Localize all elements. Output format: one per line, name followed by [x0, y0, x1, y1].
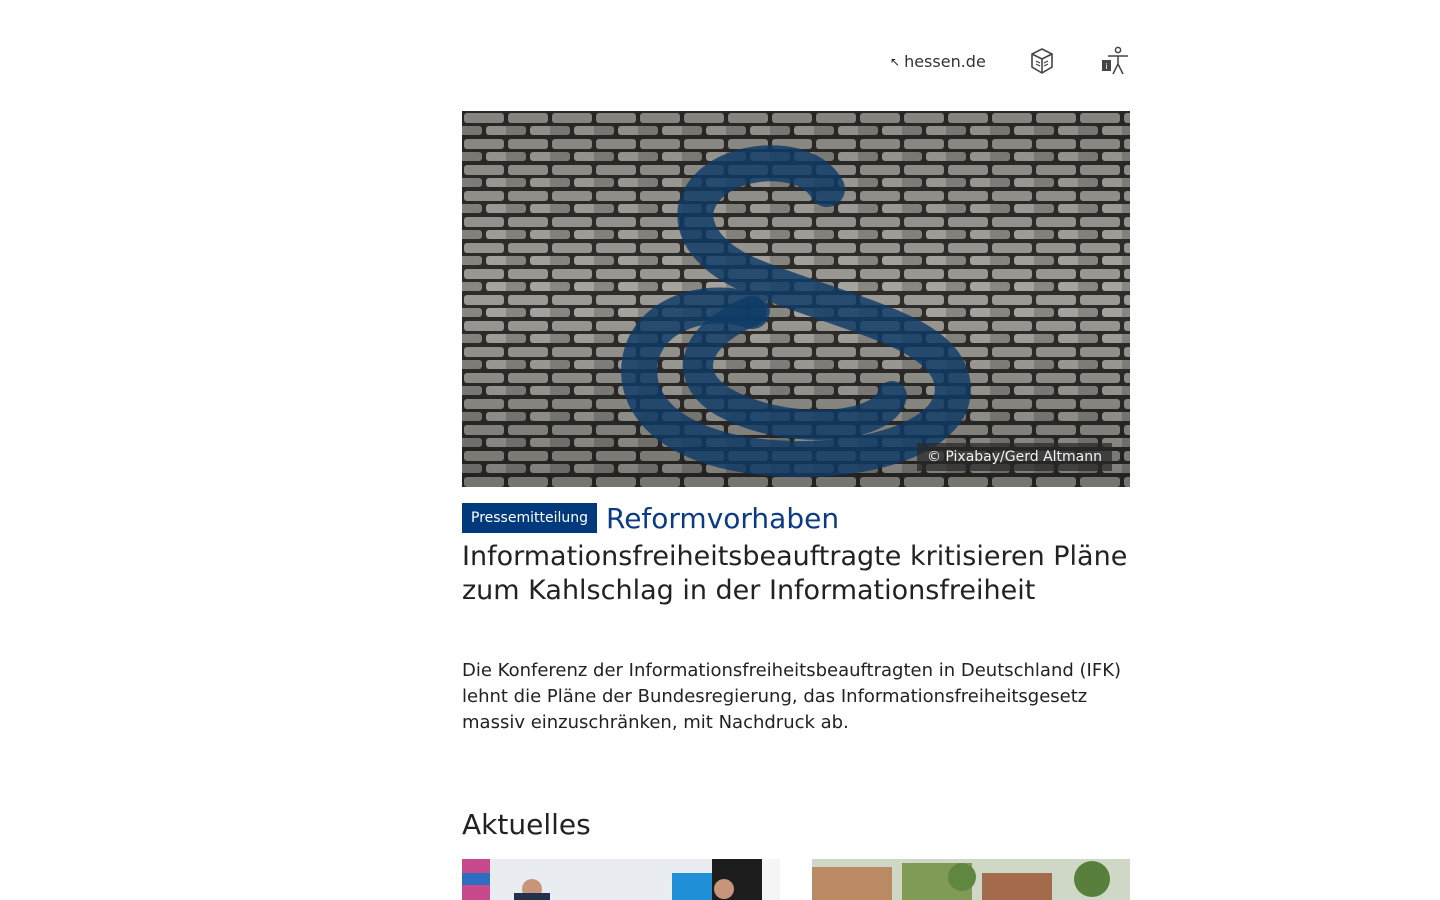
accessibility-button[interactable]: i — [1098, 44, 1132, 78]
article-teaser: Die Konferenz der Informationsfreiheitsb… — [462, 660, 1122, 733]
hero-image: © Pixabay/Gerd Altmann — [462, 111, 1130, 487]
image-credit: © Pixabay/Gerd Altmann — [916, 443, 1112, 471]
svg-text:i: i — [1105, 62, 1107, 71]
external-link-arrow-icon: ↖ — [890, 54, 901, 69]
news-card-2[interactable] — [812, 859, 1130, 900]
cobblestone-paragraph-image — [462, 111, 1130, 487]
accessibility-icon: i — [1102, 46, 1128, 75]
article-headline[interactable]: Informationsfreiheitsbeauftragte kritisi… — [462, 540, 1130, 608]
press-release-badge: Pressemitteilung — [462, 503, 597, 533]
hessen-de-label: hessen.de — [904, 52, 986, 71]
hessen-de-link[interactable]: ↖ hessen.de — [890, 52, 986, 71]
news-card-1[interactable] — [462, 859, 780, 900]
article-meta: Pressemitteilung Reformvorhaben — [462, 502, 839, 535]
news-card-2-image — [812, 859, 1130, 900]
top-utility-bar: ↖ hessen.de i — [880, 44, 1132, 78]
news-card-1-image — [462, 859, 780, 900]
easy-language-button[interactable] — [1025, 44, 1059, 78]
news-section-title: Aktuelles — [462, 808, 591, 841]
article-kicker[interactable]: Reformvorhaben — [606, 502, 839, 535]
easy-language-icon — [1031, 48, 1053, 74]
